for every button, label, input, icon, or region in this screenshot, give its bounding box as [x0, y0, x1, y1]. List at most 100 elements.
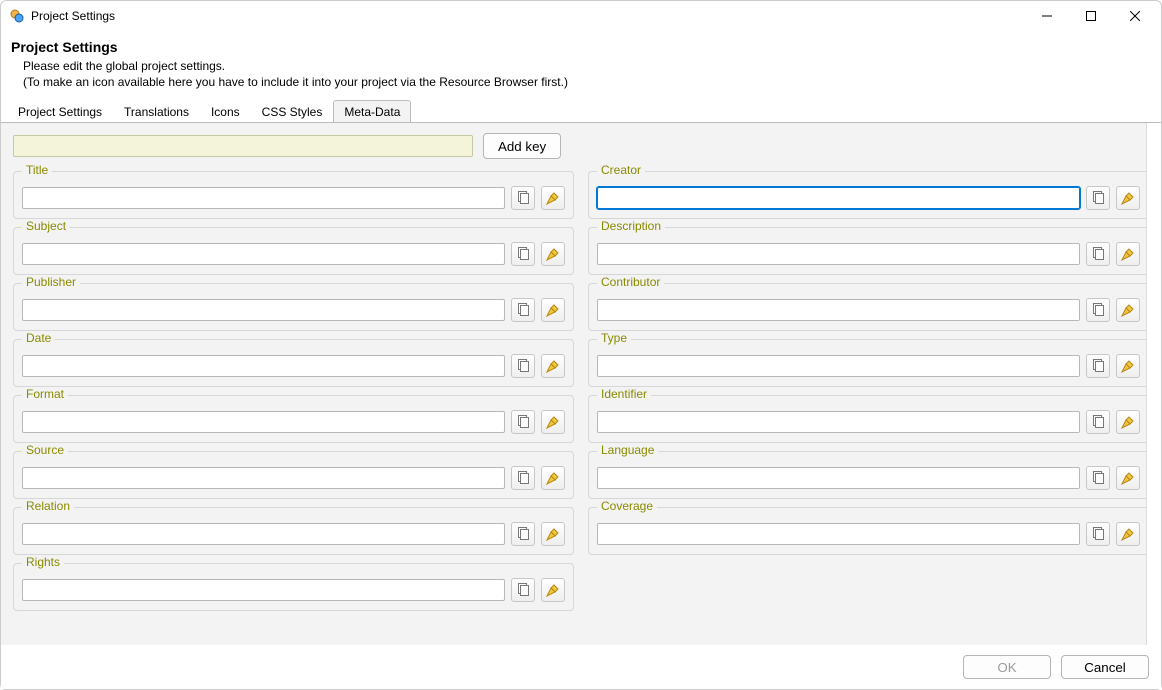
broom-icon — [1121, 359, 1135, 373]
group-date: Date — [13, 339, 574, 387]
broom-icon — [546, 527, 560, 541]
field-row-title — [22, 186, 565, 210]
field-row-publisher — [22, 298, 565, 322]
copy-button-source[interactable] — [511, 466, 535, 490]
dialog-footer: OK Cancel — [1, 645, 1161, 689]
copy-button-subject[interactable] — [511, 242, 535, 266]
copy-button-publisher[interactable] — [511, 298, 535, 322]
identifier-input[interactable] — [597, 411, 1080, 433]
date-input[interactable] — [22, 355, 505, 377]
copy-button-language[interactable] — [1086, 466, 1110, 490]
copy-button-relation[interactable] — [511, 522, 535, 546]
label-language: Language — [597, 443, 658, 457]
clear-button-creator[interactable] — [1116, 186, 1140, 210]
creator-input[interactable] — [597, 187, 1080, 209]
field-row-coverage — [597, 522, 1140, 546]
group-rights: Rights — [13, 563, 574, 611]
subject-input[interactable] — [22, 243, 505, 265]
copy-button-title[interactable] — [511, 186, 535, 210]
rights-input[interactable] — [22, 579, 505, 601]
copy-button-identifier[interactable] — [1086, 410, 1110, 434]
add-key-button[interactable]: Add key — [483, 133, 561, 159]
broom-icon — [546, 471, 560, 485]
titlebar: Project Settings — [1, 1, 1161, 31]
tab-meta-data[interactable]: Meta-Data — [333, 100, 411, 123]
type-input[interactable] — [597, 355, 1080, 377]
copy-icon — [516, 471, 530, 485]
field-row-date — [22, 354, 565, 378]
field-row-format — [22, 410, 565, 434]
label-publisher: Publisher — [22, 275, 80, 289]
label-coverage: Coverage — [597, 499, 657, 513]
clear-button-date[interactable] — [541, 354, 565, 378]
copy-icon — [516, 247, 530, 261]
contributor-input[interactable] — [597, 299, 1080, 321]
group-source: Source — [13, 451, 574, 499]
group-title: Title — [13, 171, 574, 219]
clear-button-rights[interactable] — [541, 578, 565, 602]
label-format: Format — [22, 387, 68, 401]
copy-icon — [1091, 471, 1105, 485]
broom-icon — [546, 191, 560, 205]
language-input[interactable] — [597, 467, 1080, 489]
clear-button-identifier[interactable] — [1116, 410, 1140, 434]
copy-icon — [1091, 303, 1105, 317]
field-row-contributor — [597, 298, 1140, 322]
title-input[interactable] — [22, 187, 505, 209]
copy-icon — [516, 303, 530, 317]
clear-button-subject[interactable] — [541, 242, 565, 266]
clear-button-relation[interactable] — [541, 522, 565, 546]
tab-icons[interactable]: Icons — [200, 100, 251, 123]
clear-button-publisher[interactable] — [541, 298, 565, 322]
new-key-input[interactable] — [13, 135, 473, 157]
tab-css-styles[interactable]: CSS Styles — [251, 100, 334, 123]
clear-button-source[interactable] — [541, 466, 565, 490]
header-subtitle: Please edit the global project settings. — [23, 59, 1151, 73]
maximize-button[interactable] — [1069, 2, 1113, 30]
copy-button-format[interactable] — [511, 410, 535, 434]
clear-button-contributor[interactable] — [1116, 298, 1140, 322]
source-input[interactable] — [22, 467, 505, 489]
copy-icon — [516, 359, 530, 373]
copy-button-rights[interactable] — [511, 578, 535, 602]
copy-button-coverage[interactable] — [1086, 522, 1110, 546]
clear-button-coverage[interactable] — [1116, 522, 1140, 546]
field-row-rights — [22, 578, 565, 602]
tab-translations[interactable]: Translations — [113, 100, 200, 123]
copy-button-description[interactable] — [1086, 242, 1110, 266]
page-title: Project Settings — [11, 39, 1151, 55]
copy-button-type[interactable] — [1086, 354, 1110, 378]
copy-button-date[interactable] — [511, 354, 535, 378]
clear-button-description[interactable] — [1116, 242, 1140, 266]
relation-input[interactable] — [22, 523, 505, 545]
minimize-button[interactable] — [1025, 2, 1069, 30]
format-input[interactable] — [22, 411, 505, 433]
copy-icon — [1091, 247, 1105, 261]
label-relation: Relation — [22, 499, 74, 513]
copy-icon — [516, 415, 530, 429]
ok-button[interactable]: OK — [963, 655, 1051, 679]
field-row-source — [22, 466, 565, 490]
publisher-input[interactable] — [22, 299, 505, 321]
fields-column-right: CreatorDescriptionContributorTypeIdentif… — [588, 171, 1149, 611]
clear-button-title[interactable] — [541, 186, 565, 210]
tab-project-settings[interactable]: Project Settings — [7, 100, 113, 123]
clear-button-type[interactable] — [1116, 354, 1140, 378]
clear-button-language[interactable] — [1116, 466, 1140, 490]
group-identifier: Identifier — [588, 395, 1149, 443]
group-description: Description — [588, 227, 1149, 275]
field-row-description — [597, 242, 1140, 266]
clear-button-format[interactable] — [541, 410, 565, 434]
description-input[interactable] — [597, 243, 1080, 265]
copy-icon — [1091, 191, 1105, 205]
coverage-input[interactable] — [597, 523, 1080, 545]
copy-button-contributor[interactable] — [1086, 298, 1110, 322]
cancel-button[interactable]: Cancel — [1061, 655, 1149, 679]
copy-icon — [516, 527, 530, 541]
field-row-identifier — [597, 410, 1140, 434]
copy-button-creator[interactable] — [1086, 186, 1110, 210]
group-format: Format — [13, 395, 574, 443]
broom-icon — [1121, 415, 1135, 429]
close-button[interactable] — [1113, 2, 1157, 30]
broom-icon — [546, 247, 560, 261]
